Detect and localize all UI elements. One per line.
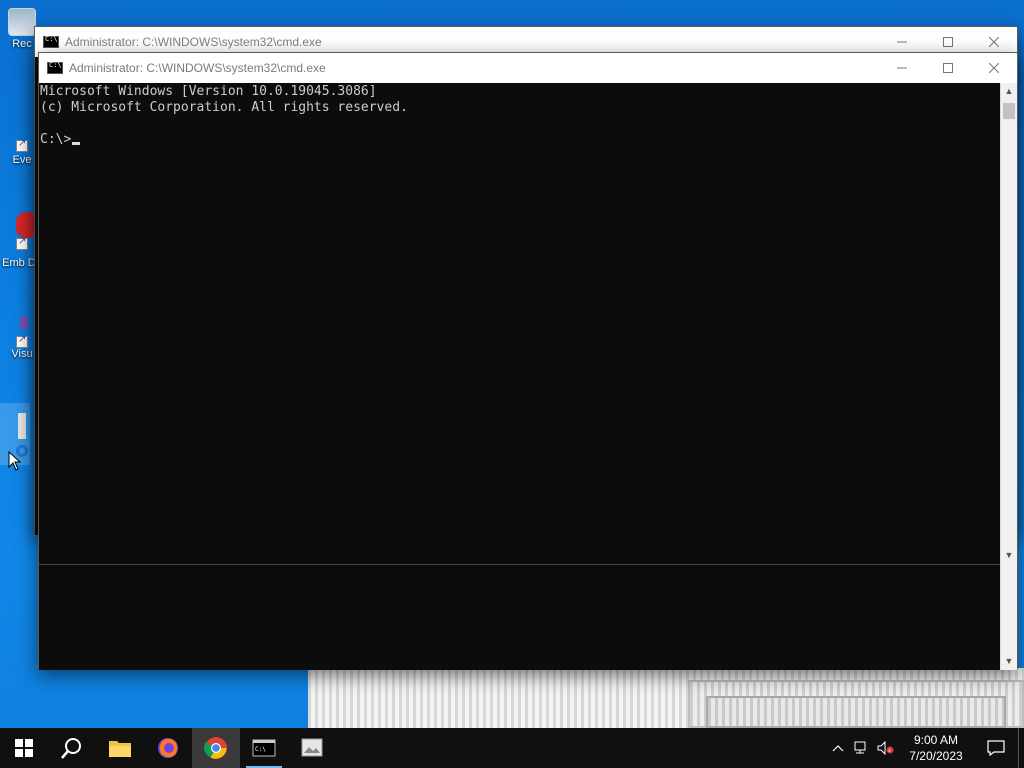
- scroll-thumb[interactable]: [1003, 103, 1015, 119]
- notification-icon: [987, 740, 1005, 756]
- volume-muted-icon: x: [877, 741, 894, 755]
- firefox-button[interactable]: [144, 728, 192, 768]
- windows-logo-icon: [15, 739, 33, 757]
- visual-studio-icon: [20, 316, 28, 330]
- image-icon: [301, 738, 323, 757]
- clock-time: 9:00 AM: [913, 733, 959, 747]
- shortcut-arrow-icon: [16, 236, 28, 250]
- firefox-icon: [158, 738, 178, 758]
- scroll-down-arrow-icon[interactable]: ▼: [1001, 547, 1017, 563]
- recycle-bin-icon: [8, 8, 36, 36]
- shortcut-arrow-icon: [16, 334, 28, 348]
- cmd-button[interactable]: C:\: [240, 728, 288, 768]
- notifications-button[interactable]: [974, 728, 1018, 768]
- scroll-up-arrow-icon[interactable]: ▲: [1001, 83, 1017, 99]
- maximize-icon: [943, 63, 953, 73]
- cmd-app-icon: [47, 61, 63, 74]
- app-icon: [18, 413, 26, 439]
- background-image-window: [308, 668, 1024, 728]
- mouse-pointer-icon: [8, 451, 22, 471]
- close-button[interactable]: [971, 53, 1017, 83]
- chrome-button[interactable]: [192, 728, 240, 768]
- image-viewer-button[interactable]: [288, 728, 336, 768]
- console-lower-pane: [39, 564, 1001, 670]
- console-prompt: C:\>: [40, 132, 72, 147]
- network-icon: [854, 741, 866, 754]
- maximize-button[interactable]: [925, 53, 971, 83]
- show-hidden-icons-button[interactable]: [826, 728, 850, 768]
- chrome-icon: [204, 737, 227, 759]
- search-button[interactable]: [48, 728, 96, 768]
- close-icon: [989, 63, 999, 73]
- file-explorer-button[interactable]: [96, 728, 144, 768]
- folder-icon: [109, 741, 131, 757]
- minimize-button[interactable]: [879, 53, 925, 83]
- shortcut-arrow-icon: [16, 138, 28, 152]
- svg-text:C:\: C:\: [255, 746, 266, 753]
- desktop: Rec Eve Emb De Visu Administrator: C:\WI…: [0, 0, 1024, 728]
- cmd-window-front[interactable]: Administrator: C:\WINDOWS\system32\cmd.e…: [38, 52, 1018, 670]
- system-tray: x 9:00 AM 7/20/2023: [826, 728, 1024, 768]
- background-frame-inner: [706, 696, 1006, 728]
- console-prompt-line[interactable]: C:\>: [40, 132, 1000, 148]
- show-desktop-button[interactable]: [1018, 728, 1024, 768]
- terminal-icon: C:\: [252, 739, 276, 757]
- search-icon: [61, 738, 81, 759]
- minimize-icon: [897, 67, 907, 69]
- chevron-up-icon: [832, 745, 844, 752]
- scroll-down-arrow-icon[interactable]: ▼: [1001, 653, 1017, 669]
- network-button[interactable]: [850, 728, 874, 768]
- console-line: Microsoft Windows [Version 10.0.19045.30…: [40, 84, 377, 99]
- volume-button[interactable]: x: [874, 728, 898, 768]
- console-output[interactable]: Microsoft Windows [Version 10.0.19045.30…: [39, 83, 1001, 613]
- clock-date: 7/20/2023: [909, 749, 963, 763]
- titlebar[interactable]: Administrator: C:\WINDOWS\system32\cmd.e…: [39, 53, 1017, 83]
- window-title: Administrator: C:\WINDOWS\system32\cmd.e…: [65, 35, 322, 49]
- clock[interactable]: 9:00 AM 7/20/2023: [898, 732, 974, 764]
- minimize-icon: [897, 41, 907, 43]
- window-title: Administrator: C:\WINDOWS\system32\cmd.e…: [69, 61, 326, 75]
- start-button[interactable]: [0, 728, 48, 768]
- cmd-app-icon: [43, 35, 59, 48]
- console-line: (c) Microsoft Corporation. All rights re…: [40, 100, 408, 115]
- taskbar: C:\ x 9:00 AM 7/20/2023: [0, 728, 1024, 768]
- maximize-icon: [943, 37, 953, 47]
- text-cursor: [72, 142, 81, 145]
- vertical-scrollbar[interactable]: ▲ ▼ ▼: [1000, 83, 1017, 670]
- close-icon: [989, 37, 999, 47]
